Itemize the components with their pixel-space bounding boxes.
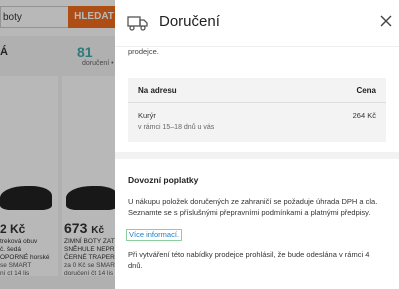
import-fees-text: U nákupu položek doručených ze zahraničí… <box>128 197 378 217</box>
truck-icon <box>127 16 148 31</box>
shipping-table: Na adresu Cena Kurýr v rámci 15–18 dnů u… <box>128 78 386 142</box>
drawer-header: Doručení <box>115 0 399 47</box>
seller-text: prodejce. <box>128 47 159 56</box>
shipping-method-name: Kurýr <box>138 111 156 120</box>
delivery-drawer: Doručení prodejce. Na adresu Cena Kurýr … <box>115 0 399 289</box>
shipping-method-time: v rámci 15–18 dnů u vás <box>138 124 215 131</box>
divider <box>128 102 386 103</box>
drawer-content[interactable]: prodejce. Na adresu Cena Kurýr v rámci 1… <box>115 47 399 289</box>
close-icon[interactable] <box>379 14 393 28</box>
shipping-method-price: 264 Kč <box>352 111 376 120</box>
dispatch-note: Při vytváření této nabídky prodejce proh… <box>128 250 370 270</box>
import-fees-title: Dovozní poplatky <box>128 175 199 185</box>
drawer-title: Doručení <box>159 13 220 30</box>
section-divider <box>115 152 399 159</box>
column-header-price: Cena <box>356 86 376 95</box>
column-header-address: Na adresu <box>138 86 177 95</box>
more-info-link[interactable]: Více informací. <box>126 229 183 241</box>
